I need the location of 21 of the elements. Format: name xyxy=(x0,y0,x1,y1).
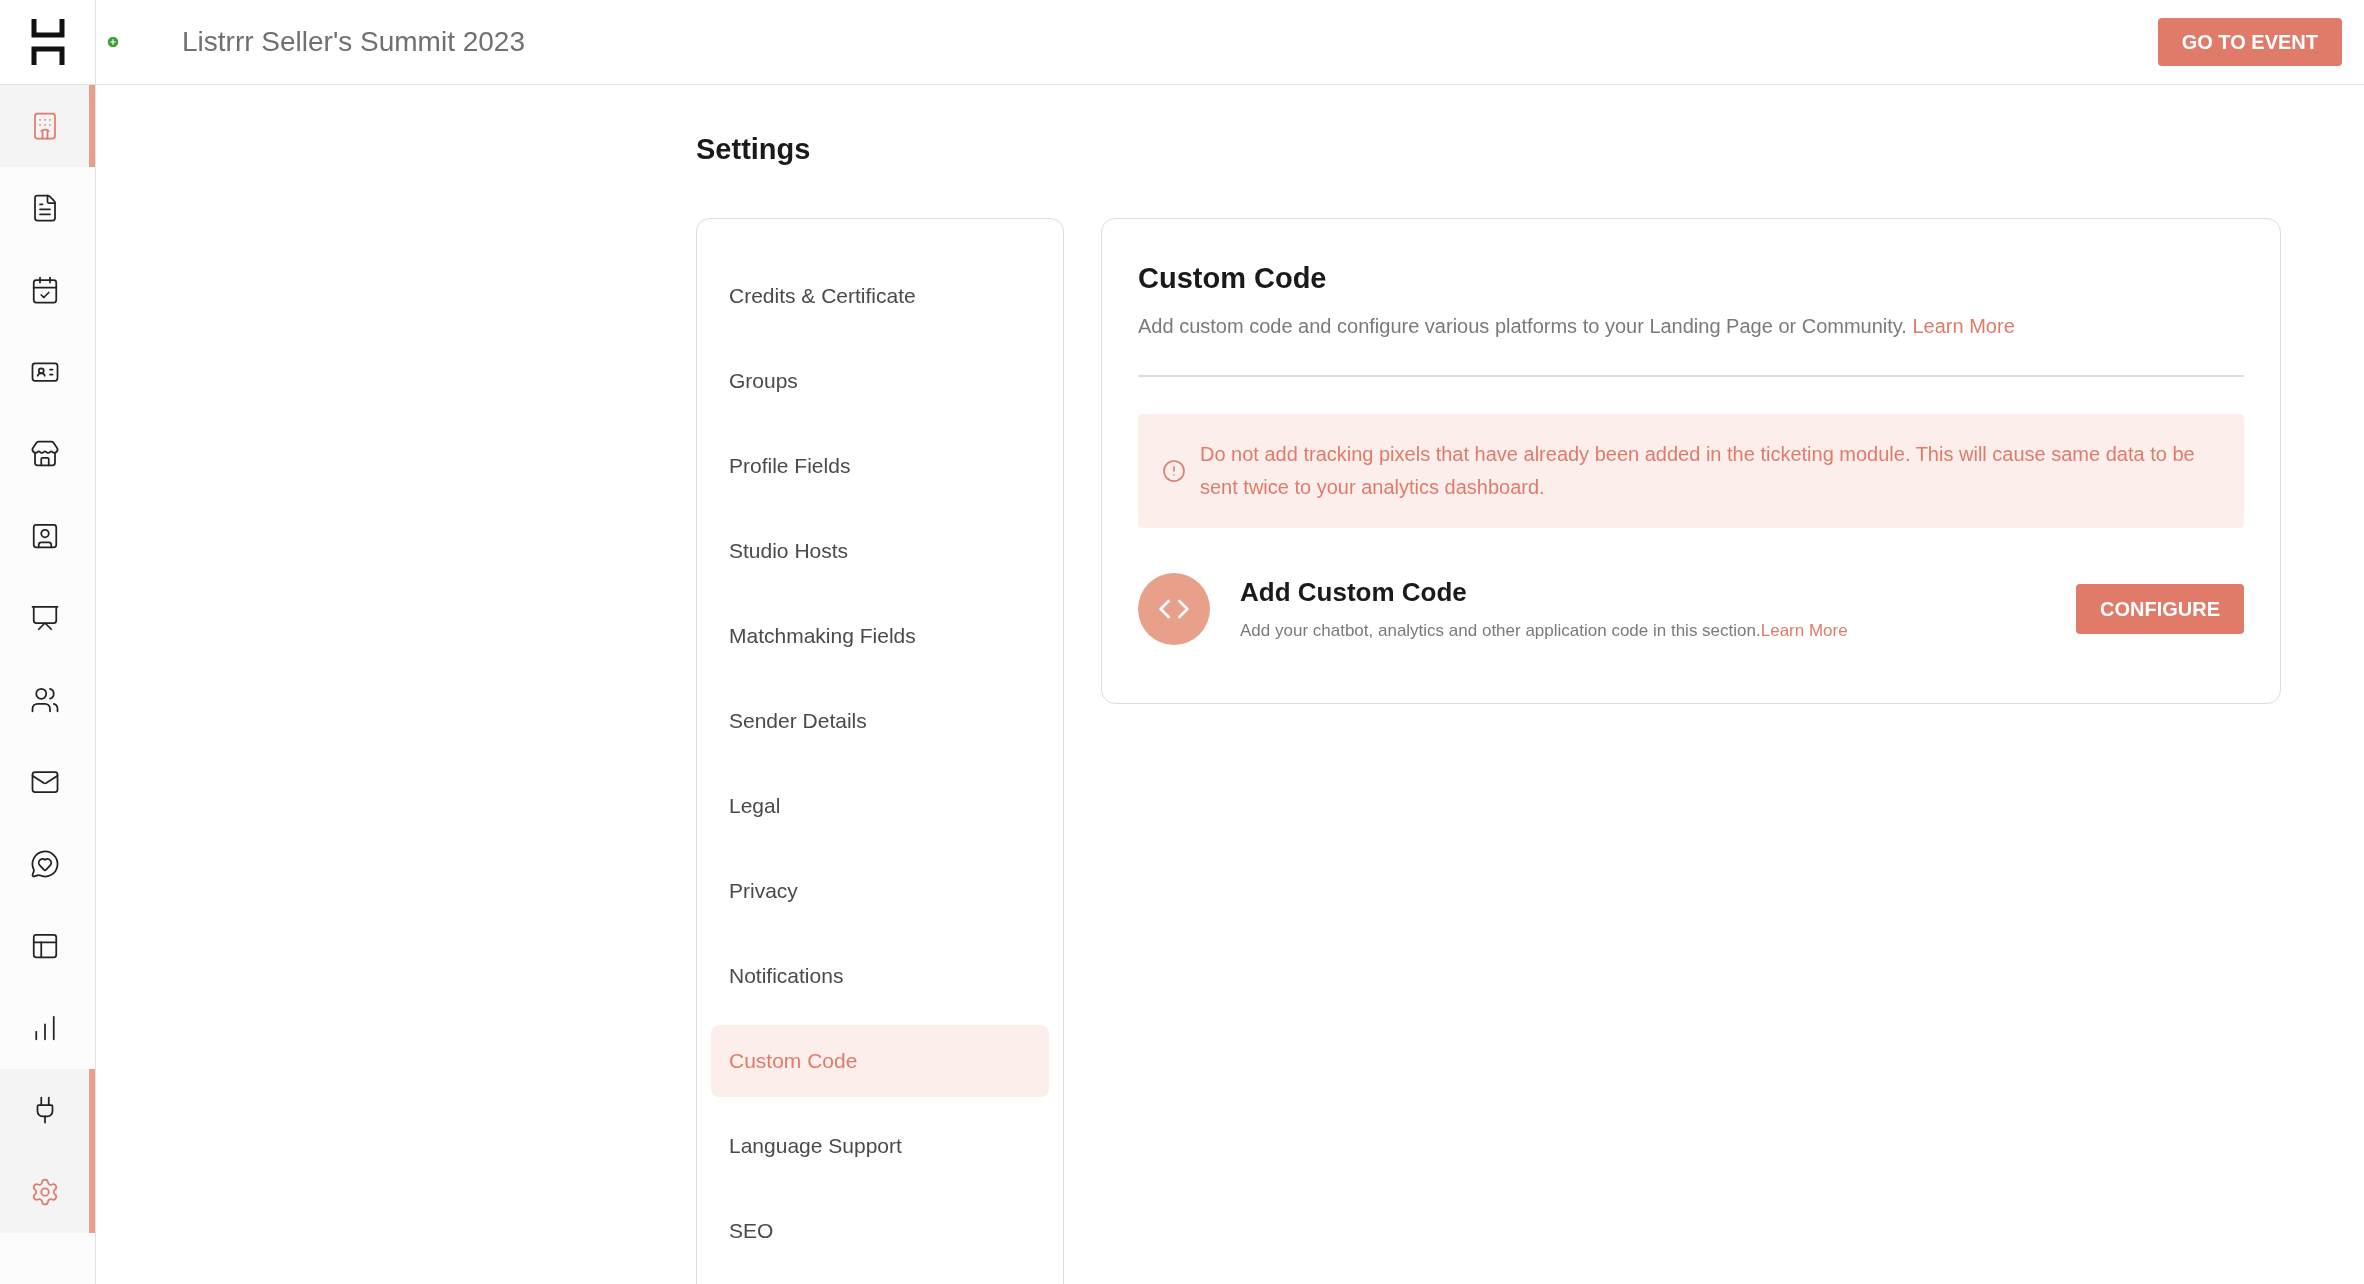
event-title: Listrrr Seller's Summit 2023 xyxy=(182,25,525,59)
alert-text: Do not add tracking pixels that have already been added in the ticketing module. This will cause same data to be sent twice to your analytics dashboard. xyxy=(1200,441,2196,500)
settings-menu-item[interactable]: Legal xyxy=(711,770,1049,842)
alert-icon xyxy=(1162,458,1186,483)
panel-description: Add custom code and configure various platforms to your Landing Page or Community. Learn More xyxy=(1138,313,2016,339)
settings-menu-item[interactable]: Credits & Certificate xyxy=(711,260,1049,332)
panel-title: Custom Code xyxy=(1138,261,1328,296)
page-title: Settings xyxy=(696,135,812,164)
add-icon[interactable] xyxy=(106,35,120,49)
settings-menu-item[interactable]: Language Support xyxy=(711,1110,1049,1182)
settings-menu-item[interactable]: Sender Details xyxy=(711,685,1049,757)
settings-menu-item[interactable]: Matchmaking Fields xyxy=(711,600,1049,672)
item-title: Add Custom Code xyxy=(1240,576,1468,610)
logo-icon xyxy=(30,17,65,67)
settings-menu-item[interactable]: Notifications xyxy=(711,940,1049,1012)
settings-menu-item[interactable]: Profile Fields xyxy=(711,430,1049,502)
settings-menu-item[interactable]: SEO xyxy=(711,1195,1049,1267)
settings-menu-item[interactable]: Groups xyxy=(711,345,1049,417)
item-description: Add your chatbot, analytics and other application code in this section.Learn More xyxy=(1240,620,1848,643)
settings-menu-item[interactable]: Studio Hosts xyxy=(711,515,1049,587)
settings-menu-item[interactable]: Privacy xyxy=(711,855,1049,927)
